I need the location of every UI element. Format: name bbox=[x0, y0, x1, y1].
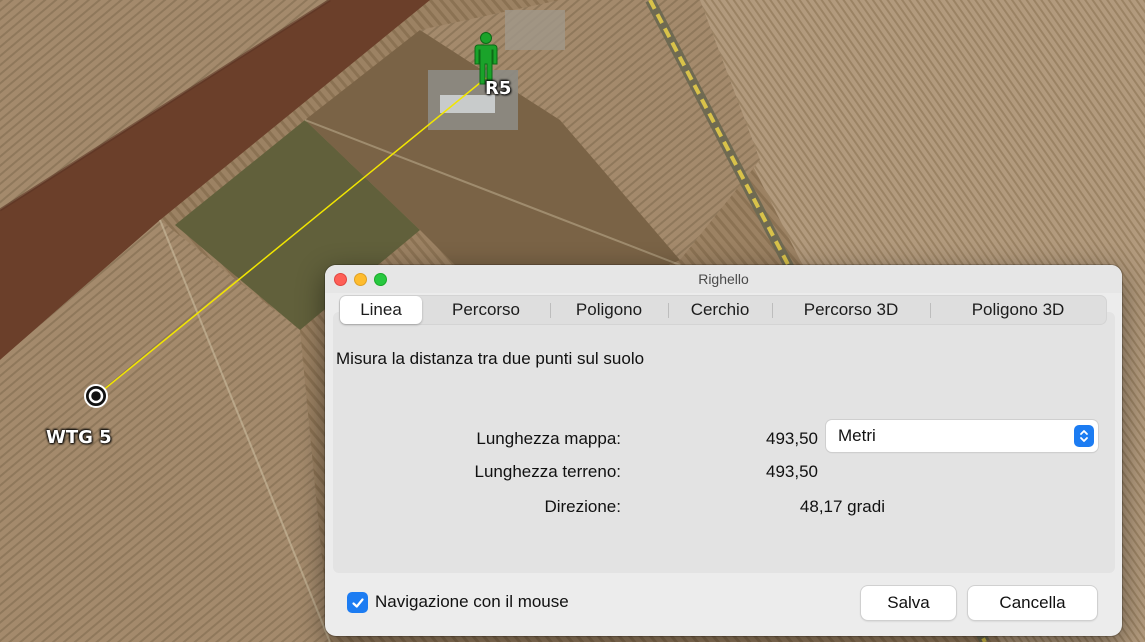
ruler-dialog: Righello Linea Percorso Poligono Cerchio… bbox=[325, 265, 1122, 636]
units-select[interactable]: Metri bbox=[826, 420, 1098, 452]
heading-value: 48,17 gradi bbox=[799, 497, 885, 516]
target-icon[interactable] bbox=[83, 383, 109, 409]
tab-linea[interactable]: Linea bbox=[340, 296, 422, 324]
mouse-navigation-checkbox[interactable] bbox=[347, 592, 368, 613]
ground-length-label: Lunghezza terreno: bbox=[474, 462, 622, 481]
map-length-label: Lunghezza mappa: bbox=[476, 429, 621, 448]
units-select-value: Metri bbox=[838, 426, 876, 445]
tab-poligono-3d[interactable]: Poligono 3D bbox=[930, 296, 1106, 324]
clear-button[interactable]: Cancella bbox=[968, 586, 1097, 620]
heading-label: Direzione: bbox=[544, 497, 621, 516]
map-length-value: 493,50 bbox=[766, 429, 818, 448]
title-bar[interactable]: Righello bbox=[325, 265, 1122, 293]
ground-length-value: 493,50 bbox=[766, 462, 818, 481]
tab-percorso[interactable]: Percorso bbox=[422, 296, 550, 324]
marker-label-r5[interactable]: R5 bbox=[485, 78, 511, 99]
tab-poligono[interactable]: Poligono bbox=[550, 296, 668, 324]
description-text: Misura la distanza tra due punti sul suo… bbox=[336, 349, 645, 368]
tab-percorso-3d[interactable]: Percorso 3D bbox=[772, 296, 930, 324]
mouse-navigation-label[interactable]: Navigazione con il mouse bbox=[375, 592, 569, 612]
window-title: Righello bbox=[698, 271, 749, 287]
checkmark-icon bbox=[351, 597, 364, 608]
chevron-up-down-icon[interactable] bbox=[1074, 425, 1094, 447]
tab-cerchio[interactable]: Cerchio bbox=[668, 296, 772, 324]
marker-label-wtg5[interactable]: WTG 5 bbox=[46, 427, 112, 448]
save-button[interactable]: Salva bbox=[861, 586, 956, 620]
ruler-mode-tabs: Linea Percorso Poligono Cerchio Percorso… bbox=[339, 295, 1107, 325]
